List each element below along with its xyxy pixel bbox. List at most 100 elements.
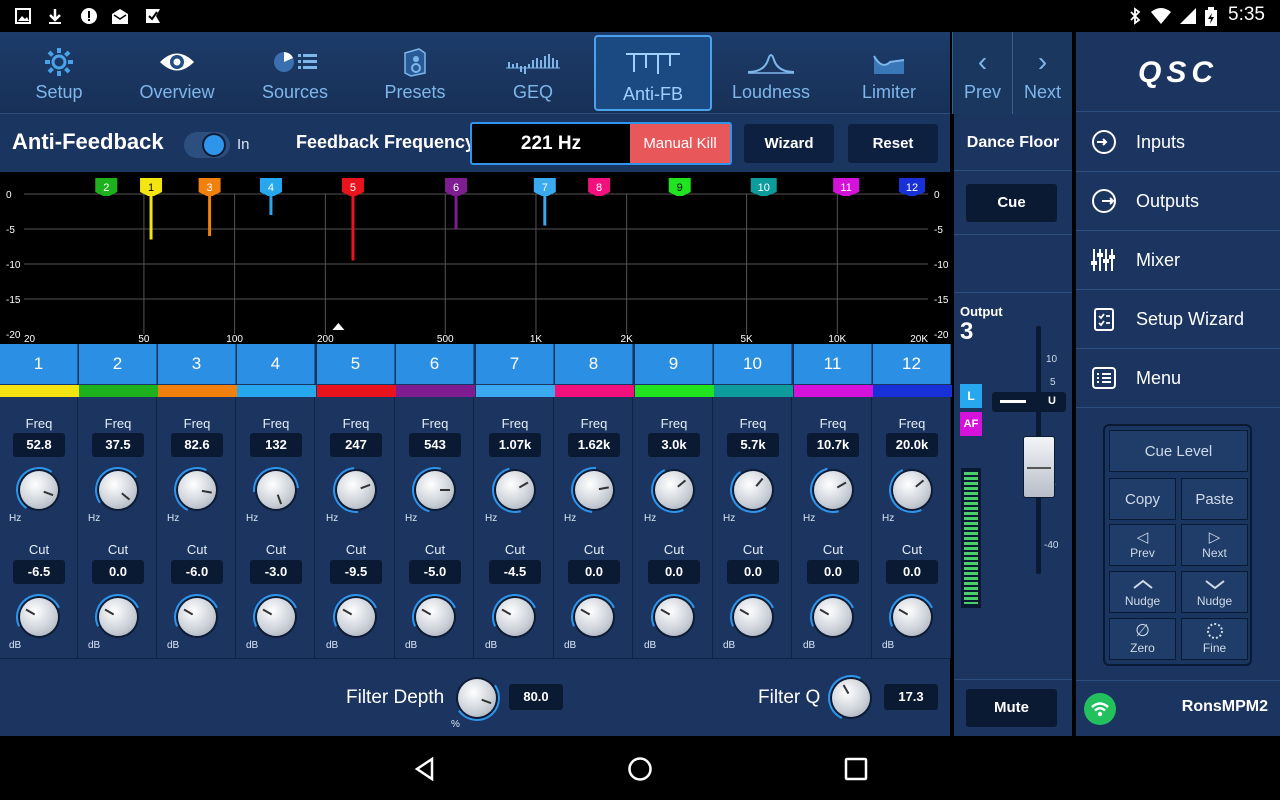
filter-number-button[interactable]: 10 <box>714 344 792 384</box>
tab-presets[interactable]: Presets <box>356 32 474 114</box>
filter-number-button[interactable]: 9 <box>635 344 713 384</box>
cut-knob[interactable] <box>882 587 942 647</box>
menu-item-mixer[interactable]: Mixer <box>1076 231 1280 290</box>
cut-value[interactable]: 0.0 <box>92 560 144 584</box>
cut-knob[interactable] <box>485 587 545 647</box>
filter-number-button[interactable]: 6 <box>396 344 474 384</box>
cut-value[interactable]: -3.0 <box>250 560 302 584</box>
filter-number-button[interactable]: 2 <box>79 344 157 384</box>
freq-knob[interactable] <box>91 463 145 517</box>
cut-knob[interactable] <box>405 587 465 647</box>
cut-value[interactable]: -9.5 <box>330 560 382 584</box>
cut-knob[interactable] <box>326 587 386 647</box>
freq-value[interactable]: 52.8 <box>13 433 65 457</box>
cut-knob[interactable] <box>803 587 863 647</box>
filter-q-knob[interactable] <box>821 668 881 728</box>
fader-handle[interactable] <box>1023 436 1055 498</box>
cut-value[interactable]: 0.0 <box>727 560 779 584</box>
filter-depth-knob[interactable] <box>450 671 504 725</box>
freq-value[interactable]: 10.7k <box>807 433 859 457</box>
freq-knob[interactable] <box>323 457 389 523</box>
cut-value[interactable]: -5.0 <box>409 560 461 584</box>
cut-value[interactable]: 0.0 <box>648 560 700 584</box>
freq-knob[interactable] <box>644 460 704 520</box>
freq-knob[interactable] <box>12 463 66 517</box>
freq-value[interactable]: 1.62k <box>568 433 620 457</box>
cue-level-button[interactable]: Cue Level <box>1109 430 1248 472</box>
filter-number-button[interactable]: 7 <box>476 344 554 384</box>
zero-button[interactable]: ∅ Zero <box>1109 618 1176 660</box>
cut-knob[interactable] <box>723 587 783 647</box>
freq-knob[interactable] <box>167 460 227 520</box>
cue-next-button[interactable]: ▷ Next <box>1181 524 1248 566</box>
nudge-up-button[interactable]: Nudge <box>1109 571 1176 613</box>
cut-knob[interactable] <box>564 587 624 647</box>
tab-sources[interactable]: Sources <box>236 32 354 114</box>
nudge-down-button[interactable]: Nudge <box>1181 571 1248 613</box>
nav-prev-button[interactable]: ‹ Prev <box>952 32 1012 114</box>
tab-anti-fb[interactable]: Anti-FB <box>594 35 712 111</box>
freq-value[interactable]: 247 <box>330 433 382 457</box>
filter-number-button[interactable]: 12 <box>873 344 951 384</box>
freq-knob[interactable] <box>882 460 942 520</box>
freq-knob[interactable] <box>801 458 865 522</box>
cut-knob[interactable] <box>246 587 306 647</box>
cut-value[interactable]: -4.5 <box>489 560 541 584</box>
reset-button[interactable]: Reset <box>848 124 938 163</box>
fine-button[interactable]: Fine <box>1181 618 1248 660</box>
freq-value[interactable]: 20.0k <box>886 433 938 457</box>
freq-value[interactable]: 132 <box>250 433 302 457</box>
freq-value[interactable]: 3.0k <box>648 433 700 457</box>
cut-value[interactable]: -6.5 <box>13 560 65 584</box>
filter-number-button[interactable]: 1 <box>0 344 78 384</box>
freq-knob[interactable] <box>561 457 627 523</box>
wizard-button[interactable]: Wizard <box>744 124 834 163</box>
feedback-graph[interactable]: 0 0 -5 -5 -10 -10 -15 -15 -20 -20 20 50 100 200 500 1K 2… <box>0 172 950 345</box>
freq-knob[interactable] <box>403 458 467 522</box>
copy-button[interactable]: Copy <box>1109 478 1176 520</box>
menu-item-setup-wizard[interactable]: Setup Wizard <box>1076 290 1280 349</box>
tab-geq[interactable]: GEQ <box>474 32 592 114</box>
freq-value[interactable]: 37.5 <box>92 433 144 457</box>
freq-knob[interactable] <box>243 457 309 523</box>
menu-item-outputs[interactable]: Outputs <box>1076 172 1280 231</box>
cut-knob[interactable] <box>9 587 69 647</box>
cut-knob[interactable] <box>644 587 704 647</box>
cut-value[interactable]: 0.0 <box>568 560 620 584</box>
cut-value[interactable]: 0.0 <box>807 560 859 584</box>
cut-value[interactable]: 0.0 <box>886 560 938 584</box>
freq-value[interactable]: 5.7k <box>727 433 779 457</box>
cut-knob[interactable] <box>167 587 227 647</box>
menu-item-inputs[interactable]: Inputs <box>1076 113 1280 172</box>
network-status[interactable]: RonsMPM2 <box>1076 680 1280 736</box>
menu-item-menu[interactable]: Menu <box>1076 349 1280 408</box>
tab-loudness[interactable]: Loudness <box>712 32 830 114</box>
filter-number-button[interactable]: 4 <box>237 344 315 384</box>
back-icon[interactable] <box>412 756 438 787</box>
recents-icon[interactable] <box>844 757 868 786</box>
paste-button[interactable]: Paste <box>1181 478 1248 520</box>
filter-number-button[interactable]: 11 <box>794 344 872 384</box>
freq-value[interactable]: 82.6 <box>171 433 223 457</box>
in-toggle[interactable] <box>184 132 230 158</box>
mute-button[interactable]: Mute <box>966 689 1057 727</box>
tab-overview[interactable]: Overview <box>118 32 236 114</box>
cut-value[interactable]: -6.0 <box>171 560 223 584</box>
manual-kill-button[interactable]: Manual Kill <box>630 124 730 163</box>
nav-next-button[interactable]: › Next <box>1012 32 1072 114</box>
home-icon[interactable] <box>627 756 653 787</box>
filter-number-button[interactable]: 3 <box>158 344 236 384</box>
cue-button[interactable]: Cue <box>966 184 1057 222</box>
freq-knob[interactable] <box>726 463 780 517</box>
filter-q-value[interactable]: 17.3 <box>884 684 938 710</box>
filter-number-button[interactable]: 8 <box>555 344 633 384</box>
freq-knob[interactable] <box>483 458 547 522</box>
cue-prev-button[interactable]: ◁ Prev <box>1109 524 1176 566</box>
filter-depth-value[interactable]: 80.0 <box>509 684 563 710</box>
cut-knob[interactable] <box>88 587 148 647</box>
tab-setup[interactable]: Setup <box>0 32 118 114</box>
freq-value[interactable]: 543 <box>409 433 461 457</box>
freq-value[interactable]: 1.07k <box>489 433 541 457</box>
filter-number-button[interactable]: 5 <box>317 344 395 384</box>
tab-limiter[interactable]: Limiter <box>830 32 948 114</box>
